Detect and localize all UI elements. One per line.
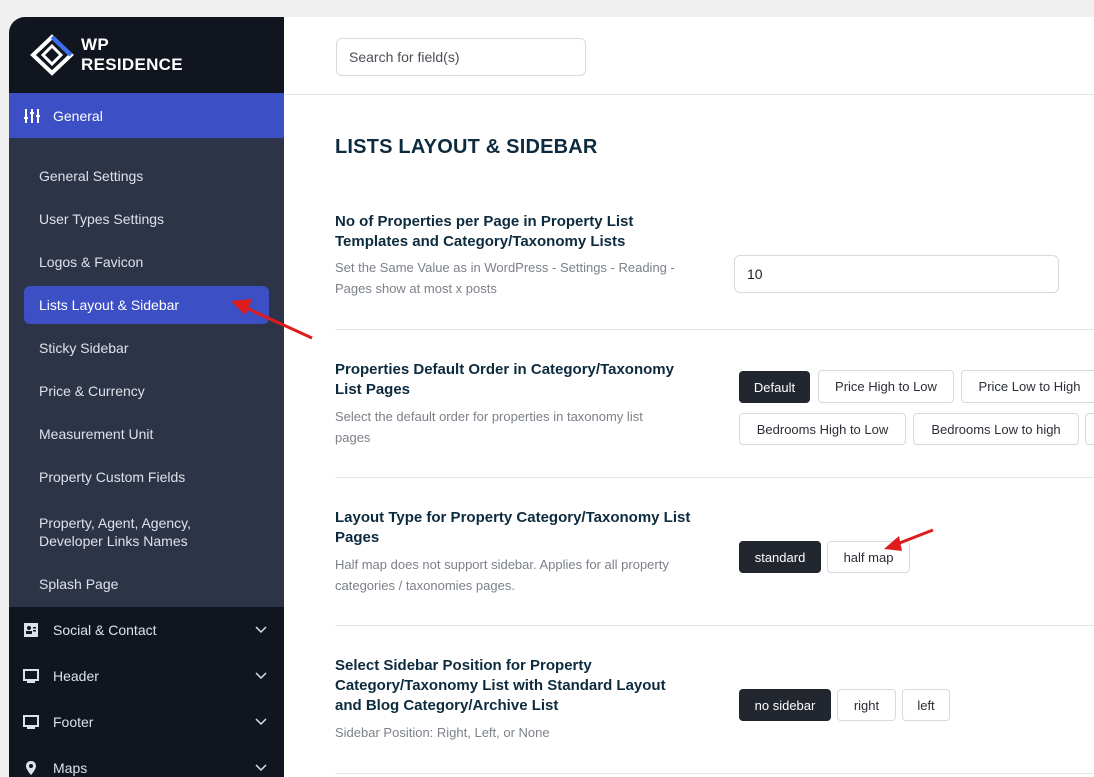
monitor-icon	[23, 669, 39, 683]
setting-layout-type: Layout Type for Property Category/Taxono…	[335, 478, 1094, 626]
order-option-bedrooms-low-high[interactable]: Bedrooms Low to high	[913, 413, 1079, 445]
sidebar-item-property-custom-fields[interactable]: Property Custom Fields	[9, 455, 284, 498]
sidebar-item-links-names[interactable]: Property, Agent, Agency, Developer Links …	[9, 501, 284, 562]
setting-label: Layout Type for Property Category/Taxono…	[335, 509, 691, 546]
sidebar-section-social-contact[interactable]: Social & Contact	[9, 607, 284, 653]
sidebar-item-measurement-unit[interactable]: Measurement Unit	[9, 412, 284, 455]
setting-properties-per-page: No of Properties per Page in Property Li…	[335, 210, 1094, 330]
properties-per-page-input[interactable]	[734, 255, 1059, 293]
order-option-bedrooms-high-low[interactable]: Bedrooms High to Low	[739, 413, 906, 445]
sidebar-section-header[interactable]: Header	[9, 653, 284, 699]
setting-default-order: Properties Default Order in Category/Tax…	[335, 330, 1094, 478]
sidebar-item-lists-layout-sidebar[interactable]: Lists Layout & Sidebar	[24, 286, 269, 324]
main-content: LISTS LAYOUT & SIDEBAR No of Properties …	[284, 17, 1094, 777]
sidebar-item-sticky-sidebar[interactable]: Sticky Sidebar	[9, 326, 284, 369]
sidebar-item-price-currency[interactable]: Price & Currency	[9, 369, 284, 412]
order-option-default[interactable]: Default	[739, 371, 810, 403]
sidebar-section-label: Social & Contact	[53, 622, 157, 638]
search-input[interactable]	[336, 38, 586, 76]
setting-label: No of Properties per Page in Property Li…	[335, 213, 634, 250]
setting-label: Select Sidebar Position for Property Cat…	[335, 657, 666, 714]
sidebar-item-general-settings[interactable]: General Settings	[9, 154, 284, 197]
chevron-down-icon	[255, 718, 267, 726]
sliders-icon	[24, 108, 40, 123]
setting-sidebar-position: Select Sidebar Position for Property Cat…	[335, 626, 1094, 774]
sidebar: WP RESIDENCE General General Settings Us…	[9, 17, 284, 777]
layout-option-standard[interactable]: standard	[739, 541, 821, 573]
sidebar-section-maps[interactable]: Maps	[9, 745, 284, 777]
chevron-down-icon	[255, 764, 267, 772]
sidebar-option-no-sidebar[interactable]: no sidebar	[739, 689, 831, 721]
sidebar-section-footer[interactable]: Footer	[9, 699, 284, 745]
sidebar-section-label: General	[53, 107, 103, 124]
contact-card-icon	[24, 623, 38, 637]
general-submenu: General Settings User Types Settings Log…	[9, 138, 284, 607]
sidebar-section-label: Maps	[53, 760, 88, 776]
setting-description: Sidebar Position: Right, Left, or None	[335, 725, 550, 740]
logo-diamond-icon	[30, 34, 74, 76]
setting-label: Properties Default Order in Category/Tax…	[335, 361, 674, 398]
brand-logo[interactable]: WP RESIDENCE	[9, 17, 284, 93]
sidebar-section-label: Footer	[53, 714, 94, 730]
chevron-down-icon	[255, 626, 267, 634]
sidebar-item-logos-favicon[interactable]: Logos & Favicon	[9, 240, 284, 283]
order-option-more[interactable]	[1085, 413, 1094, 445]
order-option-price-low-high[interactable]: Price Low to High	[961, 370, 1094, 403]
page-title: LISTS LAYOUT & SIDEBAR	[335, 136, 598, 158]
sidebar-option-left[interactable]: left	[902, 689, 950, 721]
top-bar	[284, 17, 1094, 95]
order-option-price-high-low[interactable]: Price High to Low	[818, 370, 954, 403]
chevron-down-icon	[255, 672, 267, 680]
setting-description: Select the default order for properties …	[335, 409, 643, 445]
sidebar-option-right[interactable]: right	[837, 689, 896, 721]
map-pin-icon	[26, 761, 36, 775]
sidebar-item-user-types[interactable]: User Types Settings	[9, 197, 284, 240]
sidebar-item-splash-page[interactable]: Splash Page	[9, 562, 284, 605]
brand-name: WP RESIDENCE	[81, 35, 183, 74]
layout-option-half-map[interactable]: half map	[827, 541, 910, 573]
setting-description: Set the Same Value as in WordPress - Set…	[335, 260, 675, 296]
sidebar-section-label: Header	[53, 668, 99, 684]
setting-description: Half map does not support sidebar. Appli…	[335, 557, 669, 593]
monitor-icon	[23, 715, 39, 729]
sidebar-section-general[interactable]: General	[9, 93, 284, 138]
